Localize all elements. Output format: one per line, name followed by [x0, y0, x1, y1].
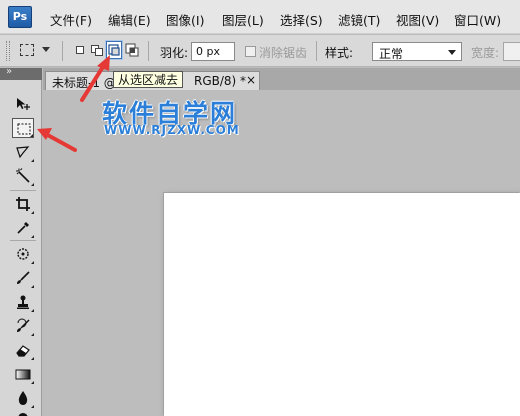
- toolbox-divider: [10, 240, 36, 241]
- dodge-tool[interactable]: [12, 408, 34, 416]
- feather-input[interactable]: 0 px: [191, 42, 235, 61]
- tool-flyout-indicator: [31, 333, 34, 336]
- move-tool[interactable]: [12, 94, 34, 114]
- clone-stamp-tool[interactable]: [12, 292, 34, 312]
- crop-tool[interactable]: [12, 194, 34, 214]
- new-selection-button[interactable]: [72, 41, 88, 59]
- width-input[interactable]: [503, 42, 520, 61]
- tool-flyout-indicator: [31, 183, 34, 186]
- subtract-from-selection-button[interactable]: [106, 41, 122, 59]
- options-bar: 羽化: 0 px 消除锯齿 样式: 正常 宽度:: [0, 35, 520, 67]
- tool-preset-picker[interactable]: [18, 41, 54, 61]
- move-tool-icon: [17, 98, 30, 110]
- add-to-selection-button[interactable]: [88, 41, 104, 59]
- document-title: 未标题-1 @: [52, 76, 116, 90]
- menu-file[interactable]: 文件(F): [50, 10, 92, 29]
- clone-stamp-tool-icon: [17, 295, 29, 309]
- blur-tool-icon: [18, 391, 28, 405]
- tooltip: 从选区减去: [113, 71, 184, 88]
- tool-flyout-indicator: [30, 134, 33, 137]
- eraser-tool-icon: [16, 345, 30, 357]
- width-label: 宽度:: [471, 46, 500, 60]
- toolbox-divider: [10, 190, 36, 191]
- close-icon[interactable]: ×: [246, 73, 256, 87]
- blur-tool[interactable]: [12, 388, 34, 408]
- antialias-label: 消除锯齿: [259, 46, 308, 60]
- gradient-tool[interactable]: [12, 364, 34, 384]
- lasso-tool[interactable]: [12, 142, 34, 162]
- tool-flyout-indicator: [31, 285, 34, 288]
- expand-icon[interactable]: »: [6, 66, 12, 77]
- intersect-selection-button[interactable]: [124, 41, 140, 59]
- eyedropper-tool[interactable]: [12, 218, 34, 238]
- divider: [316, 41, 317, 61]
- photoshop-logo: Ps: [8, 6, 32, 28]
- divider: [148, 41, 149, 61]
- tool-flyout-indicator: [31, 381, 34, 384]
- document-color-mode: RGB/8) *: [194, 74, 247, 88]
- gradient-tool-icon: [15, 369, 31, 380]
- workspace: [43, 90, 520, 416]
- subtract-from-selection-icon: [108, 44, 120, 56]
- eraser-tool[interactable]: [12, 340, 34, 360]
- intersect-selection-icon: [125, 43, 139, 57]
- history-brush-tool[interactable]: [12, 316, 34, 336]
- menu-select[interactable]: 选择(S): [280, 10, 323, 29]
- tool-flyout-indicator: [31, 261, 34, 264]
- brush-tool-icon: [17, 271, 30, 284]
- tool-flyout-indicator: [31, 159, 34, 162]
- history-brush-tool-icon: [17, 318, 30, 332]
- tool-flyout-indicator: [31, 235, 34, 238]
- eyedropper-tool-icon: [17, 222, 29, 234]
- tool-flyout-indicator: [31, 309, 34, 312]
- feather-label: 羽化:: [160, 46, 189, 60]
- style-select-value: 正常: [379, 47, 404, 61]
- watermark-url: WWW.RJZXW.COM: [104, 123, 240, 137]
- tool-flyout-indicator: [31, 357, 34, 360]
- crop-tool-icon: [16, 197, 30, 211]
- dodge-tool-icon: [18, 413, 28, 416]
- healing-brush-tool-icon: [17, 248, 29, 260]
- menu-edit[interactable]: 编辑(E): [108, 10, 151, 29]
- add-to-selection-icon-part: [95, 48, 103, 56]
- menu-layer[interactable]: 图层(L): [222, 10, 264, 29]
- toolbox-header[interactable]: »: [0, 66, 42, 80]
- chevron-down-icon: [42, 47, 50, 52]
- menu-window[interactable]: 窗口(W): [454, 10, 501, 29]
- divider: [62, 41, 63, 61]
- options-bar-grip[interactable]: [6, 41, 10, 61]
- antialias-checkbox[interactable]: [245, 46, 256, 57]
- brush-tool[interactable]: [12, 268, 34, 288]
- magic-wand-tool-icon: [16, 168, 30, 183]
- menu-filter[interactable]: 滤镜(T): [338, 10, 380, 29]
- document-canvas[interactable]: [164, 193, 520, 416]
- style-select[interactable]: 正常: [372, 42, 462, 61]
- magic-wand-tool[interactable]: [12, 166, 34, 186]
- toolbox: »: [0, 66, 42, 416]
- menu-image[interactable]: 图像(I): [166, 10, 204, 29]
- chevron-down-icon: [448, 50, 456, 55]
- tool-flyout-indicator: [31, 211, 34, 214]
- lasso-tool-icon: [16, 146, 30, 159]
- style-label: 样式:: [325, 46, 354, 60]
- rect-marquee-icon: [20, 44, 34, 56]
- new-selection-icon: [76, 46, 84, 54]
- rect-marquee-tool[interactable]: [12, 118, 34, 138]
- healing-brush-tool[interactable]: [12, 244, 34, 264]
- menu-view[interactable]: 视图(V): [396, 10, 439, 29]
- menu-bar: Ps 文件(F) 编辑(E) 图像(I) 图层(L) 选择(S) 滤镜(T) 视…: [0, 0, 520, 34]
